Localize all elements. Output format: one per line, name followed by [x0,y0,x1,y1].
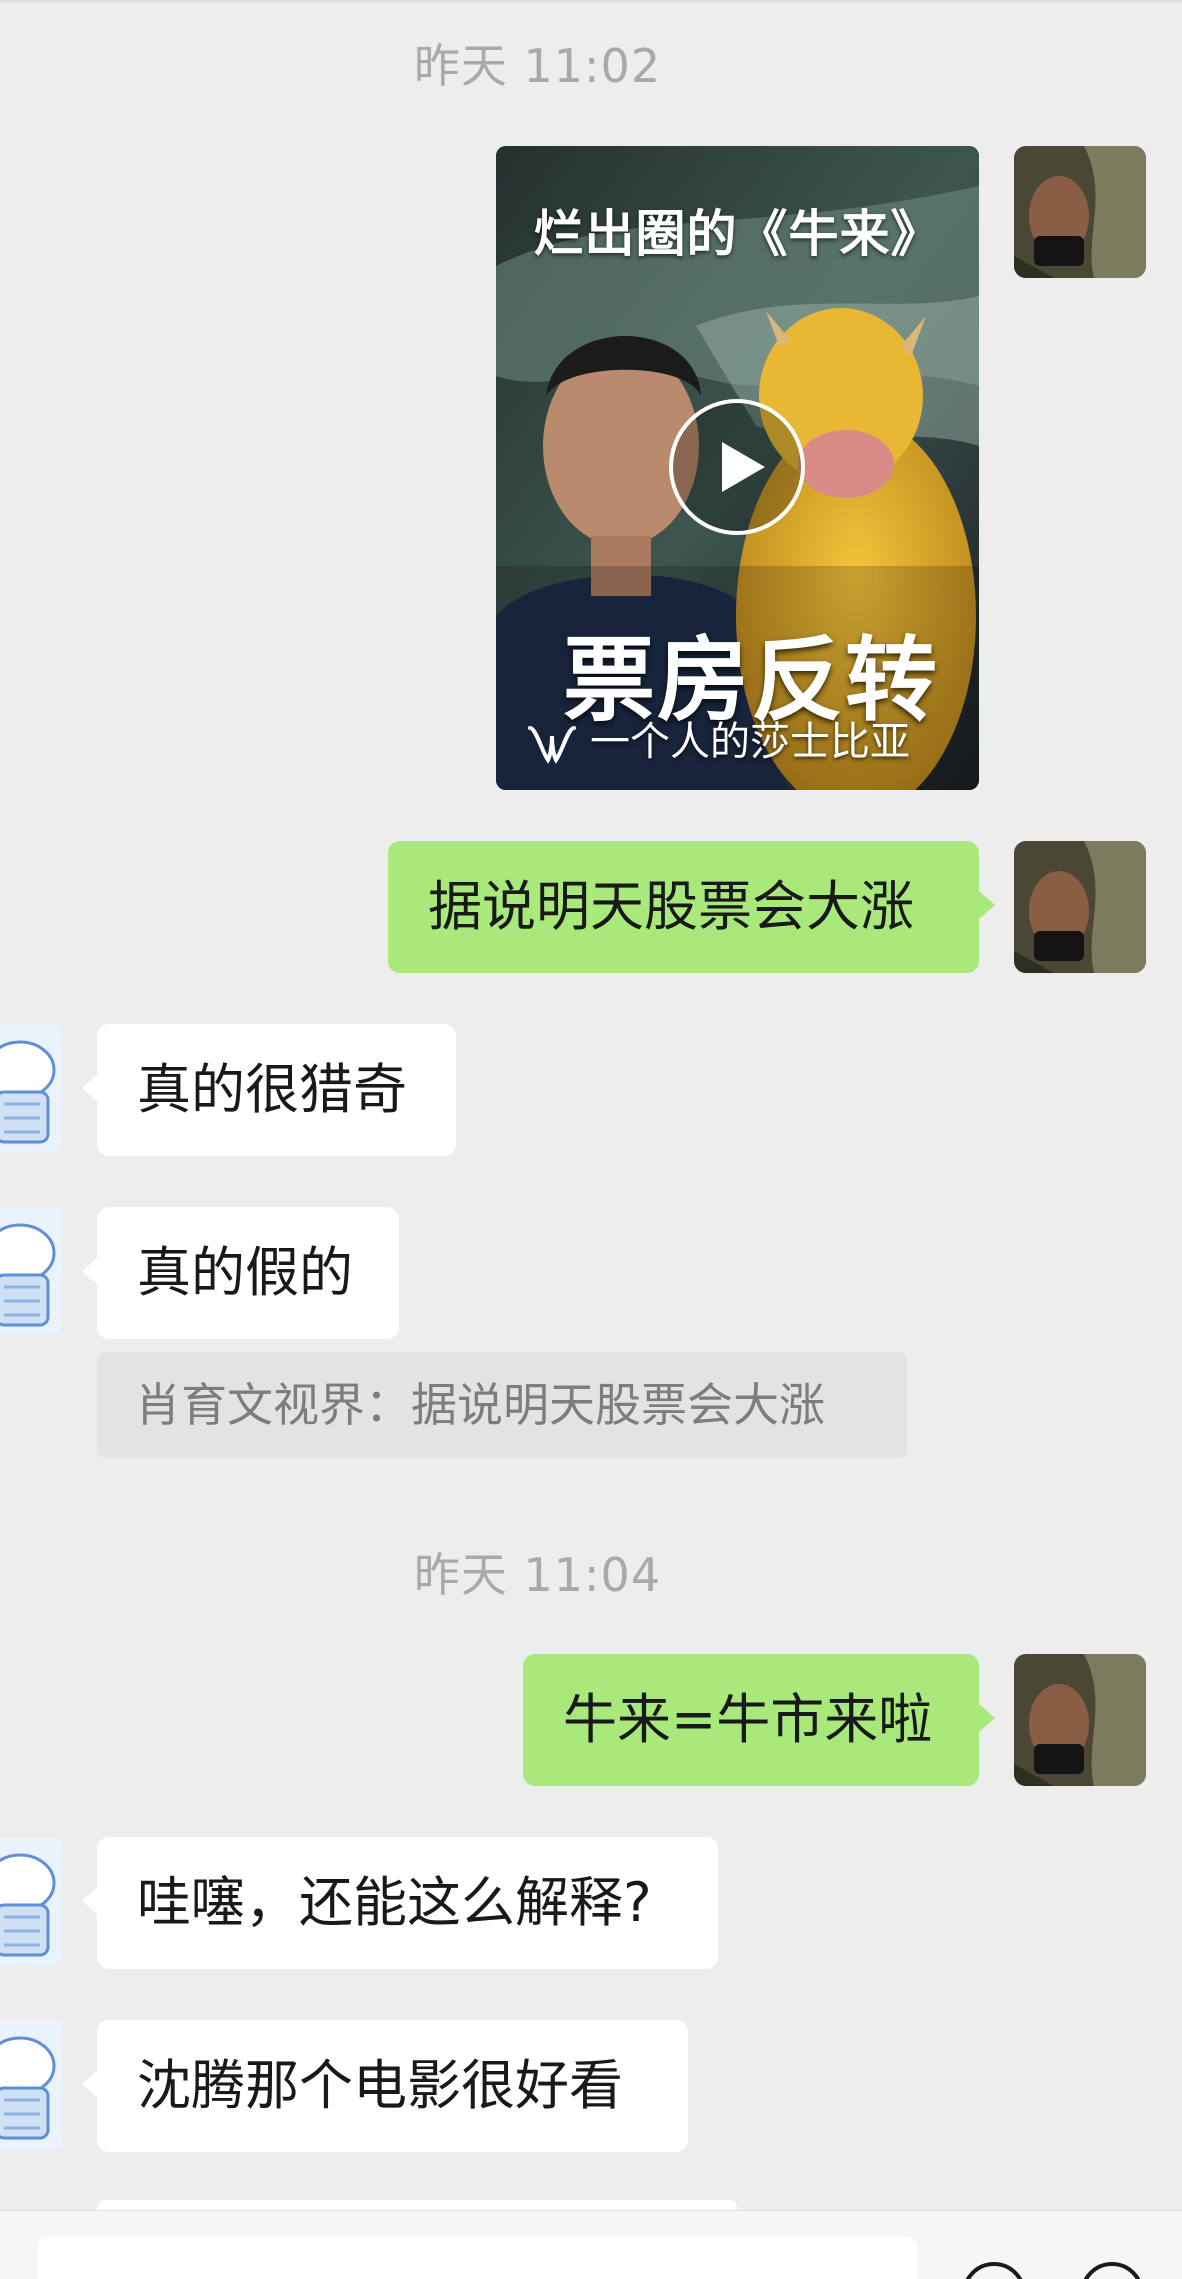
message-bubble-received[interactable]: 沈腾那个电影很好看 [97,2020,688,2152]
next-message-peek [97,2200,737,2210]
chat-screen: 昨天 11:02 烂出圈的《牛来》 票房反转 一个人的莎士比亚 据说明天股票会大… [0,0,1182,2279]
bubble-tail [82,1074,98,1102]
bubble-tail [979,891,995,919]
avatar-self[interactable] [1014,1654,1146,1786]
message-bubble-received[interactable]: 真的很猎奇 [97,1024,456,1156]
message-bubble-received[interactable]: 哇噻，还能这么解释? [97,1837,718,1969]
bubble-tail [979,1704,995,1732]
message-bubble-sent[interactable]: 牛来=牛市来啦 [523,1654,979,1786]
bubble-tail [82,1887,98,1915]
avatar-contact[interactable] [0,1207,62,1335]
quoted-message[interactable]: 肖育文视界：据说明天股票会大涨 [97,1352,907,1458]
timestamp: 昨天 11:02 [413,39,662,93]
avatar-self[interactable] [1014,146,1146,278]
message-bubble-received[interactable]: 真的假的 [97,1207,399,1339]
avatar-self[interactable] [1014,841,1146,973]
avatar-contact[interactable] [0,1837,62,1965]
video-title: 烂出圈的《牛来》 [533,205,942,263]
video-channel-name: 一个人的莎士比亚 [590,719,910,765]
message-bubble-sent[interactable]: 据说明天股票会大涨 [388,841,979,973]
video-channel-icon [528,726,576,764]
top-divider [0,0,1182,3]
avatar-contact[interactable] [0,1024,62,1152]
avatar-contact[interactable] [0,2020,62,2148]
bubble-tail [82,1257,98,1285]
message-input[interactable] [38,2237,918,2279]
video-channel[interactable]: 一个人的莎士比亚 [526,712,910,772]
bubble-tail [82,2070,98,2098]
play-circle-icon[interactable] [667,397,807,537]
video-message[interactable]: 烂出圈的《牛来》 票房反转 一个人的莎士比亚 [496,146,979,790]
timestamp: 昨天 11:04 [413,1548,662,1602]
